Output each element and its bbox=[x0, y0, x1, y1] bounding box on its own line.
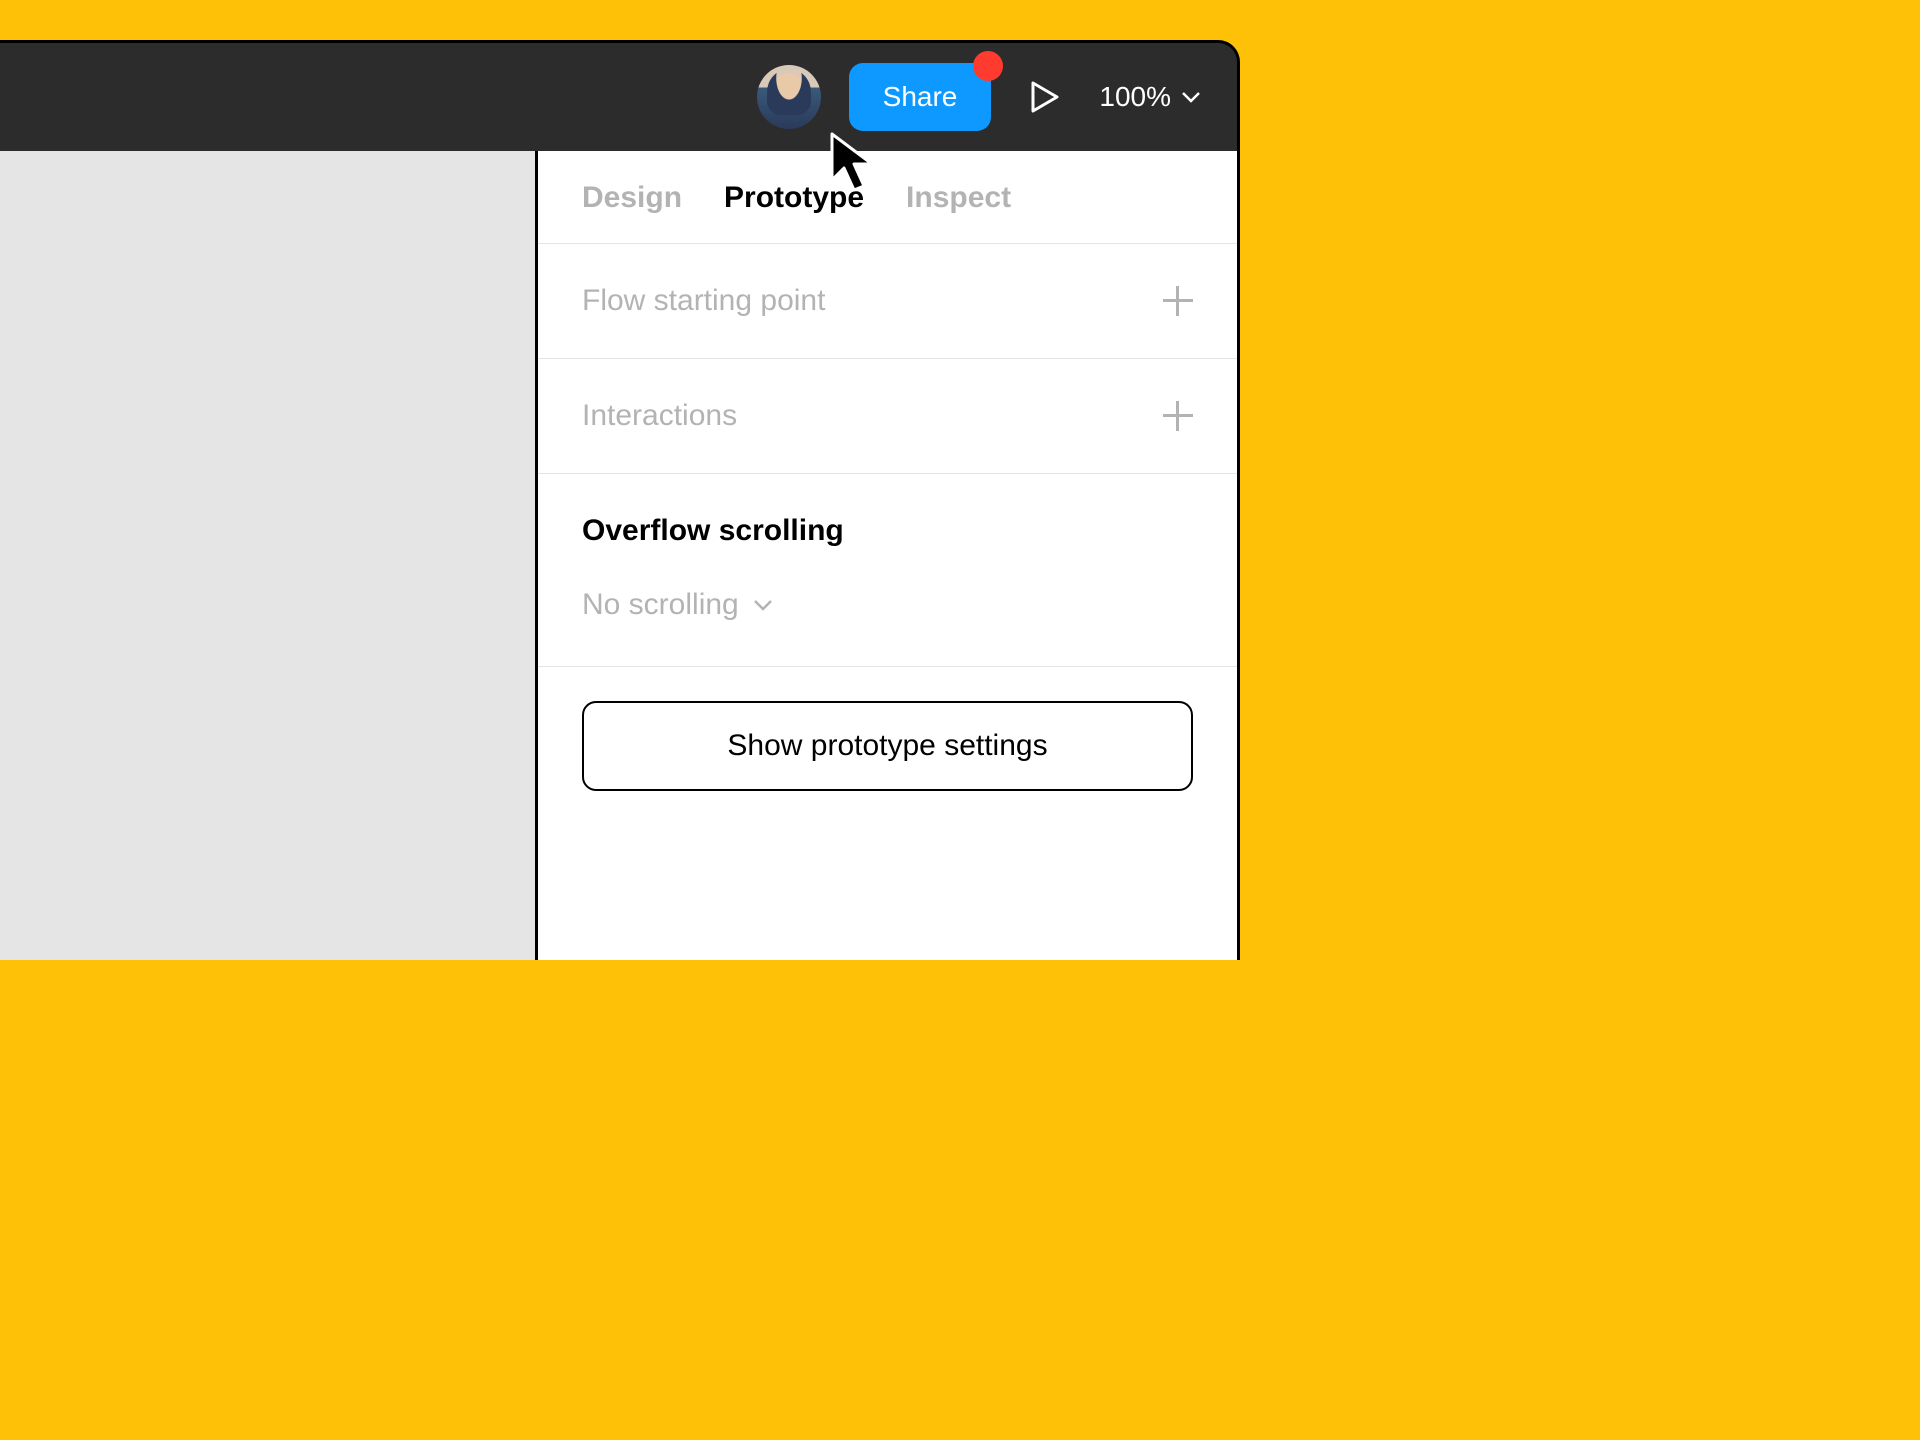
prototype-settings-section: Show prototype settings bbox=[538, 667, 1237, 825]
panel-tabs: Design Prototype Inspect bbox=[538, 151, 1237, 244]
notification-dot-icon bbox=[973, 51, 1003, 81]
tab-design[interactable]: Design bbox=[582, 181, 682, 215]
add-flow-button[interactable] bbox=[1163, 286, 1193, 316]
overflow-scrolling-section: Overflow scrolling No scrolling bbox=[538, 474, 1237, 667]
body: Design Prototype Inspect Flow starting p… bbox=[0, 151, 1237, 960]
play-button[interactable] bbox=[1019, 71, 1071, 123]
canvas[interactable] bbox=[0, 151, 535, 960]
share-button[interactable]: Share bbox=[849, 63, 992, 131]
properties-panel: Design Prototype Inspect Flow starting p… bbox=[535, 151, 1237, 960]
avatar[interactable] bbox=[757, 65, 821, 129]
interactions-section: Interactions bbox=[538, 359, 1237, 474]
flow-starting-point-section: Flow starting point bbox=[538, 244, 1237, 359]
overflow-scrolling-dropdown[interactable]: No scrolling bbox=[582, 588, 773, 622]
overflow-section-label: Overflow scrolling bbox=[582, 514, 1193, 548]
zoom-dropdown[interactable]: 100% bbox=[1099, 81, 1207, 113]
chevron-down-icon bbox=[753, 599, 773, 611]
zoom-level-label: 100% bbox=[1099, 81, 1171, 113]
overflow-value-label: No scrolling bbox=[582, 588, 739, 622]
add-interaction-button[interactable] bbox=[1163, 401, 1193, 431]
show-prototype-settings-button[interactable]: Show prototype settings bbox=[582, 701, 1193, 791]
interactions-section-label: Interactions bbox=[582, 399, 737, 433]
chevron-down-icon bbox=[1181, 91, 1201, 103]
tab-inspect[interactable]: Inspect bbox=[906, 181, 1011, 215]
tab-prototype[interactable]: Prototype bbox=[724, 181, 864, 215]
flow-section-label: Flow starting point bbox=[582, 284, 825, 318]
app-window: Share 100% Design Prototype Inspect Flow bbox=[0, 40, 1240, 960]
play-icon bbox=[1031, 81, 1059, 113]
share-button-label: Share bbox=[883, 81, 958, 112]
toolbar: Share 100% bbox=[0, 43, 1237, 151]
